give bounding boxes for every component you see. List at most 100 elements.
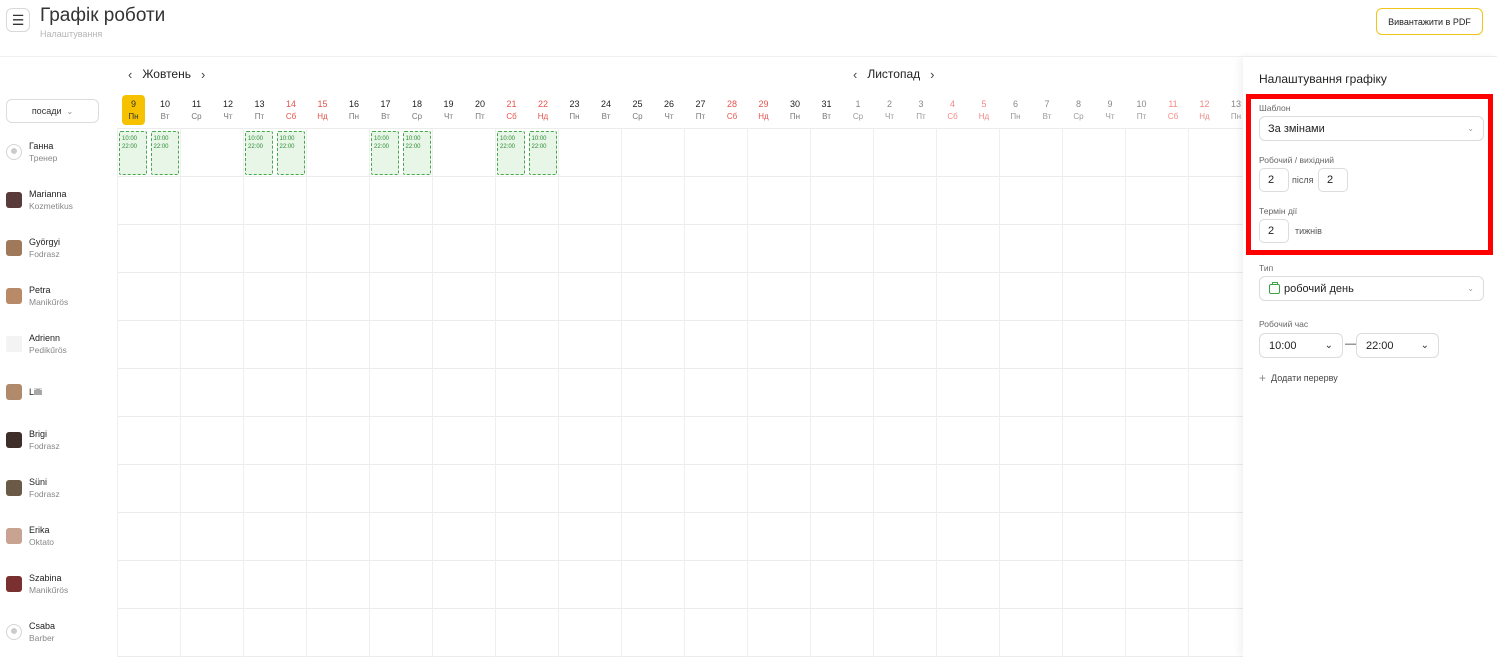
day-header[interactable]: 8 Ср — [1067, 95, 1090, 125]
grid-col-line — [810, 128, 811, 657]
grid-row-line — [117, 224, 1243, 225]
shift-block[interactable]: 10:00 22:00 — [528, 131, 557, 175]
day-header[interactable]: 1 Ср — [847, 95, 870, 125]
day-number: 8 — [1075, 99, 1081, 109]
day-header[interactable]: 31 Вт — [815, 95, 838, 125]
employee-row[interactable]: Brigi Fodrasz — [0, 416, 117, 464]
employee-row[interactable]: Petra Manikűrös — [0, 272, 117, 320]
shift-block[interactable]: 10:00 22:00 — [150, 131, 179, 175]
day-name: Вт — [160, 112, 170, 121]
start-time-select[interactable]: 10:00 ⌄ — [1259, 333, 1343, 358]
chevron-right-icon[interactable]: › — [926, 67, 938, 82]
day-header[interactable]: 12 Нд — [1193, 95, 1216, 125]
day-number: 1 — [855, 99, 861, 109]
chevron-left-icon[interactable]: ‹ — [124, 67, 136, 82]
grid-row-line — [117, 128, 1243, 129]
day-header[interactable]: 9 Чт — [1099, 95, 1122, 125]
day-header[interactable]: 21 Сб — [500, 95, 523, 125]
day-name: Сб — [506, 112, 517, 121]
grid-col-line — [1188, 128, 1189, 657]
day-header[interactable]: 2 Чт — [878, 95, 901, 125]
day-number: 10 — [159, 99, 170, 109]
schedule-grid[interactable]: 10:00 22:00 10:00 22:00 10:00 22:00 10:00 22:00… — [117, 128, 1243, 657]
day-name: Чт — [885, 112, 894, 121]
shift-block[interactable]: 10:00 22:00 — [276, 131, 305, 175]
employee-name: Brigi — [29, 429, 48, 439]
day-name: Пн — [348, 112, 360, 121]
day-name: Пт — [1136, 112, 1147, 121]
day-header[interactable]: 24 Вт — [595, 95, 618, 125]
shift-block[interactable]: 10:00 22:00 — [497, 131, 525, 175]
employee-row[interactable]: Ганна Тренер — [0, 128, 117, 176]
employee-row[interactable]: Csaba Barber — [0, 608, 117, 656]
type-select[interactable]: робочий день ⌄ — [1259, 276, 1484, 301]
day-header[interactable]: 6 Пн — [1004, 95, 1027, 125]
end-time-select[interactable]: 22:00 ⌄ — [1356, 333, 1439, 358]
shift-start: 10:00 — [531, 136, 547, 142]
day-number: 9 — [130, 99, 136, 109]
employee-row[interactable]: Szabina Manikűrös — [0, 560, 117, 608]
day-name: Пн — [569, 112, 580, 121]
day-header[interactable]: 12 Чт — [217, 95, 240, 125]
day-header[interactable]: 25 Ср — [626, 95, 649, 125]
day-header[interactable]: 3 Пт — [910, 95, 933, 125]
day-header[interactable]: 23 Пн — [563, 95, 586, 125]
employee-name: Szabina — [29, 573, 62, 583]
chevron-down-icon: ⌄ — [1420, 340, 1429, 351]
chevron-left-icon[interactable]: ‹ — [849, 67, 861, 82]
day-header[interactable]: 11 Сб — [1162, 95, 1185, 125]
day-header[interactable]: 22 Нд — [532, 95, 555, 125]
shift-end: 22:00 — [374, 144, 390, 150]
day-header[interactable]: 17 Вт — [374, 95, 397, 125]
shift-block[interactable]: 10:00 22:00 — [371, 131, 399, 175]
day-header[interactable]: 5 Нд — [973, 95, 996, 125]
chevron-right-icon[interactable]: › — [197, 67, 209, 82]
shift-end: 22:00 — [531, 144, 547, 150]
position-filter-dropdown[interactable]: посади ⌄ — [6, 99, 99, 123]
employee-name: Györgyi — [29, 237, 61, 247]
day-header[interactable]: 18 Ср — [406, 95, 429, 125]
day-header[interactable]: 7 Вт — [1036, 95, 1059, 125]
day-name: Чт — [1105, 112, 1115, 121]
month-nav-november: ‹ Листопад › — [849, 66, 938, 82]
grid-col-line — [1062, 128, 1063, 657]
employee-row[interactable]: Adrienn Pedikűrös — [0, 320, 117, 368]
day-header[interactable]: 19 Чт — [437, 95, 460, 125]
day-header[interactable]: 26 Чт — [658, 95, 681, 125]
day-header[interactable]: 9 Пн — [122, 95, 145, 125]
hamburger-icon: ☰ — [11, 11, 25, 28]
export-pdf-button[interactable]: Вивантажити в PDF — [1376, 8, 1483, 35]
day-number: 3 — [918, 99, 924, 109]
employee-row[interactable]: Erika Oktato — [0, 512, 117, 560]
day-header[interactable]: 29 Нд — [752, 95, 775, 125]
day-name: Пт — [254, 112, 265, 121]
day-header[interactable]: 13 Пт — [248, 95, 271, 125]
employee-row[interactable]: Lilli — [0, 368, 117, 416]
month-nav-october: ‹ Жовтень › — [124, 66, 209, 82]
day-header[interactable]: 27 Пт — [689, 95, 712, 125]
day-header[interactable]: 20 Пт — [469, 95, 492, 125]
day-header[interactable]: 10 Пт — [1130, 95, 1153, 125]
day-header[interactable]: 4 Сб — [941, 95, 964, 125]
shift-block[interactable]: 10:00 22:00 — [245, 131, 273, 175]
add-break-label: Додати перерву — [1271, 373, 1338, 383]
add-break-button[interactable]: + Додати перерву — [1259, 371, 1338, 385]
day-number: 24 — [600, 99, 611, 109]
day-header[interactable]: 14 Сб — [280, 95, 303, 125]
menu-button[interactable]: ☰ — [6, 8, 30, 32]
day-number: 11 — [1168, 99, 1178, 109]
day-header[interactable]: 15 Нд — [311, 95, 334, 125]
day-header[interactable]: 10 Вт — [154, 95, 177, 125]
day-header[interactable]: 28 Сб — [721, 95, 744, 125]
day-number: 25 — [632, 99, 643, 109]
shift-block[interactable]: 10:00 22:00 — [402, 131, 431, 175]
employee-row[interactable]: Süni Fodrasz — [0, 464, 117, 512]
day-header[interactable]: 30 Пн — [784, 95, 807, 125]
day-header[interactable]: 16 Пн — [343, 95, 366, 125]
employee-row[interactable]: Marianna Kozmetikus — [0, 176, 117, 224]
day-name: Ср — [1073, 112, 1084, 121]
shift-block[interactable]: 10:00 22:00 — [119, 131, 147, 175]
employee-row[interactable]: Györgyi Fodrasz — [0, 224, 117, 272]
shift-end: 22:00 — [153, 144, 169, 150]
day-header[interactable]: 11 Ср — [185, 95, 208, 125]
